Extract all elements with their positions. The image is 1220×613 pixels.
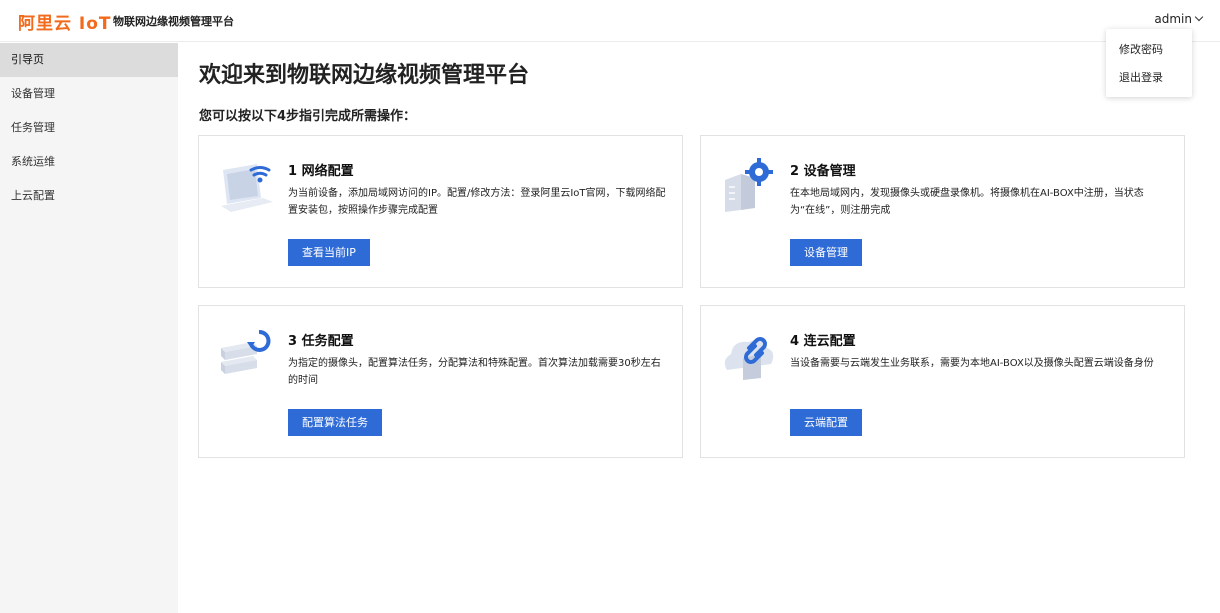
card-device-manage: 2 设备管理 在本地局域网内，发现摄像头或硬盘录像机。将摄像机在AI-BOX中注… [700,135,1185,288]
sidebar-item-device[interactable]: 设备管理 [0,77,178,111]
view-ip-button[interactable]: 查看当前IP [288,239,370,266]
card-description: 为指定的摄像头，配置算法任务，分配算法和特殊配置。首次算法加载需要30秒左右的时… [288,358,661,386]
page-subtitle: 您可以按以下4步指引完成所需操作： [199,109,417,124]
brand-logo[interactable]: 阿里云 IoT [18,9,112,34]
user-dropdown: 修改密码 退出登录 [1106,29,1192,97]
card-task-config: 3 任务配置 为指定的摄像头，配置算法任务，分配算法和特殊配置。首次算法加载需要… [198,305,683,458]
card-title: 3 任务配置 [288,334,354,349]
platform-title: 物联网边缘视频管理平台 [113,15,234,28]
cloud-link-icon [719,324,779,384]
device-gear-icon [719,154,779,214]
sidebar-item-task[interactable]: 任务管理 [0,111,178,145]
sidebar-item-ops[interactable]: 系统运维 [0,145,178,179]
user-menu[interactable]: admin [1154,12,1204,26]
wifi-laptop-icon [217,154,277,214]
user-name[interactable]: admin [1154,12,1192,26]
card-description: 为当前设备，添加局域网访问的IP。配置/修改方法：登录阿里云IoT官网，下载网络… [288,188,666,216]
card-cloud-config: 4 连云配置 当设备需要与云端发生业务联系，需要为本地AI-BOX以及摄像头配置… [700,305,1185,458]
card-description: 当设备需要与云端发生业务联系，需要为本地AI-BOX以及摄像头配置云端设备身份 [790,358,1154,369]
change-password-item[interactable]: 修改密码 [1119,41,1163,57]
cloud-config-button[interactable]: 云端配置 [790,409,862,436]
device-manage-button[interactable]: 设备管理 [790,239,862,266]
page-title: 欢迎来到物联网边缘视频管理平台 [199,63,530,88]
sidebar: 引导页 设备管理 任务管理 系统运维 上云配置 [0,43,178,613]
card-network-config: 1 网络配置 为当前设备，添加局域网访问的IP。配置/修改方法：登录阿里云IoT… [198,135,683,288]
sidebar-item-guide[interactable]: 引导页 [0,43,178,77]
sidebar-item-cloud[interactable]: 上云配置 [0,179,178,213]
card-description: 在本地局域网内，发现摄像头或硬盘录像机。将摄像机在AI-BOX中注册，当状态为“… [790,188,1144,216]
top-header: 阿里云 IoT 物联网边缘视频管理平台 admin [0,0,1220,42]
logout-item[interactable]: 退出登录 [1119,69,1163,85]
card-title: 4 连云配置 [790,334,856,349]
task-sync-icon [217,324,277,384]
card-title: 2 设备管理 [790,164,856,179]
card-title: 1 网络配置 [288,164,354,179]
chevron-down-icon[interactable] [1194,12,1204,22]
config-task-button[interactable]: 配置算法任务 [288,409,382,436]
